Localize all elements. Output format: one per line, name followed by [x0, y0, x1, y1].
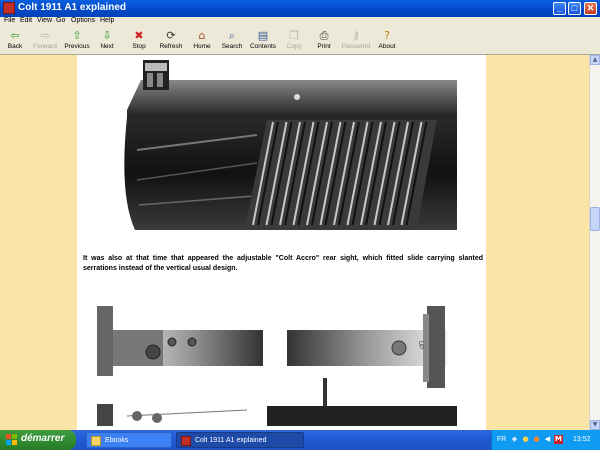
password-button[interactable]: ⚷ Password [340, 29, 372, 54]
print-icon: ⎙ [319, 29, 329, 42]
clock: 13:52 [573, 436, 591, 443]
system-tray: FR ◆ ● ● ◀ M 13:52 [491, 430, 600, 450]
slide-serrations-photo [124, 60, 457, 230]
network-icon[interactable]: ◆ [510, 435, 519, 444]
menu-go[interactable]: Go [56, 17, 65, 24]
stop-button[interactable]: ✖ Stop [128, 29, 150, 54]
start-label: démarrer [21, 433, 65, 444]
scroll-down-arrow-icon[interactable]: ▼ [590, 420, 600, 430]
up-marking-label: UP [417, 340, 424, 350]
security-icon[interactable]: ● [521, 435, 530, 444]
minimize-button[interactable]: _ [553, 2, 566, 15]
up-arrow-icon: ⇧ [72, 29, 82, 42]
menu-bar: File Edit View Go Options Help [0, 17, 600, 28]
stop-icon: ✖ [134, 29, 144, 42]
scroll-up-arrow-icon[interactable]: ▲ [590, 55, 600, 65]
start-button[interactable]: démarrer [0, 430, 76, 450]
language-indicator[interactable]: FR [497, 436, 506, 443]
menu-help[interactable]: Help [100, 17, 114, 24]
search-button[interactable]: ⌕ Search [220, 29, 244, 54]
accro-sight-drawing [97, 306, 457, 426]
home-icon: ⌂ [198, 29, 206, 42]
taskbar-item-ebooks[interactable]: Ebooks [86, 432, 172, 448]
scrollbar-thumb[interactable] [590, 207, 600, 231]
next-button[interactable]: ⇩ Next [96, 29, 118, 54]
previous-button[interactable]: ⇧ Previous [63, 29, 91, 54]
search-icon: ⌕ [228, 29, 236, 42]
folder-icon [91, 436, 101, 446]
toolbar: ⇦ Back ⇨ Forward ⇧ Previous ⇩ Next ✖ Sto… [0, 28, 600, 55]
refresh-button[interactable]: ⟳ Refresh [157, 29, 185, 54]
menu-edit[interactable]: Edit [20, 17, 32, 24]
window-title: Colt 1911 A1 explained [18, 2, 127, 13]
taskbar-item-colt-ebook[interactable]: Colt 1911 A1 explained [176, 432, 304, 448]
print-button[interactable]: ⎙ Print [314, 29, 334, 54]
ebook-icon [181, 436, 191, 446]
app-icon [3, 2, 15, 14]
key-icon: ⚷ [351, 29, 361, 42]
back-button[interactable]: ⇦ Back [4, 29, 26, 54]
close-button[interactable]: ✕ [584, 2, 597, 15]
refresh-icon: ⟳ [166, 29, 176, 42]
forward-arrow-icon: ⇨ [40, 29, 50, 42]
help-icon: ? [384, 29, 390, 42]
vertical-scrollbar[interactable]: ▲ ▼ [589, 55, 600, 430]
ebook-page: It was also at that time that appeared t… [77, 55, 486, 430]
contents-icon: ▤ [257, 29, 269, 42]
volume-icon[interactable]: ◀ [543, 435, 552, 444]
title-bar: Colt 1911 A1 explained _ □ ✕ [0, 0, 600, 17]
right-margin-band [486, 55, 515, 430]
forward-button[interactable]: ⇨ Forward [31, 29, 59, 54]
copy-button[interactable]: ❐ Copy [284, 29, 304, 54]
right-outer-band [515, 55, 589, 430]
update-icon[interactable]: ● [532, 435, 541, 444]
ebook-content: It was also at that time that appeared t… [0, 55, 589, 430]
menu-view[interactable]: View [37, 17, 52, 24]
maximize-button[interactable]: □ [568, 2, 581, 15]
back-arrow-icon: ⇦ [10, 29, 20, 42]
menu-options[interactable]: Options [71, 17, 95, 24]
mail-icon[interactable]: M [554, 435, 563, 444]
menu-file[interactable]: File [4, 17, 15, 24]
body-paragraph: It was also at that time that appeared t… [83, 255, 483, 272]
home-button[interactable]: ⌂ Home [191, 29, 213, 54]
copy-icon: ❐ [289, 29, 299, 42]
windows-logo-icon [6, 434, 18, 446]
taskbar: démarrer Ebooks Colt 1911 A1 explained F… [0, 430, 600, 450]
contents-button[interactable]: ▤ Contents [248, 29, 278, 54]
down-arrow-icon: ⇩ [102, 29, 112, 42]
about-button[interactable]: ? About [376, 29, 398, 54]
left-margin-band [0, 55, 77, 430]
